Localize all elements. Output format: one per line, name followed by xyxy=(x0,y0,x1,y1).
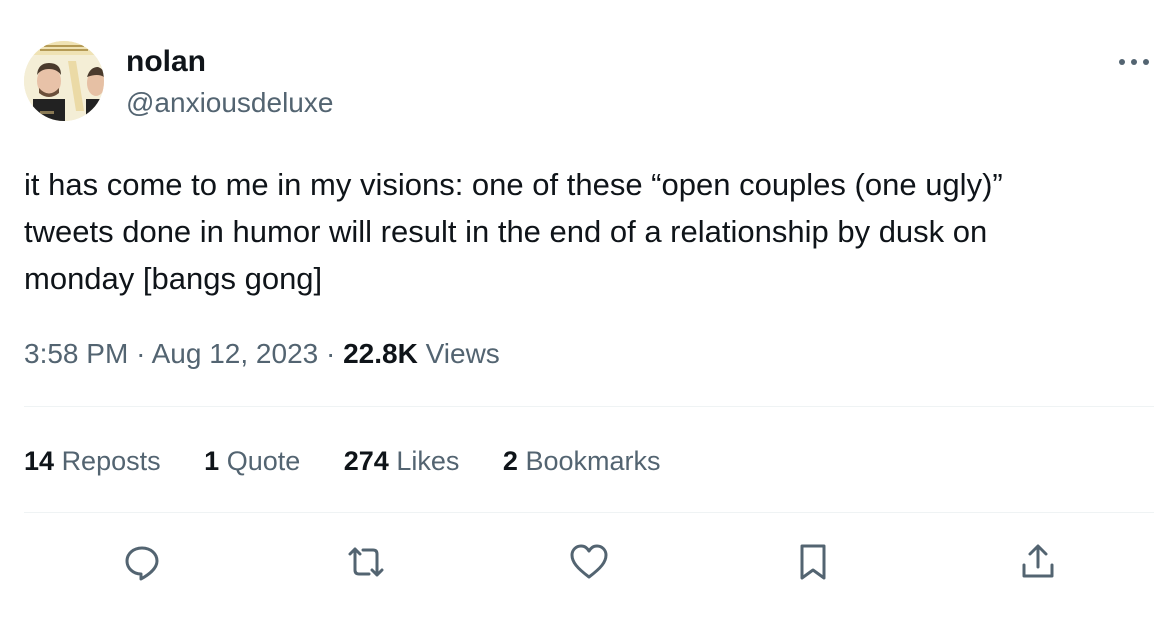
quotes-count: 1 xyxy=(204,446,220,476)
reposts-label: Reposts xyxy=(61,446,161,476)
tweet-card: nolan @anxiousdeluxe it has come to me i… xyxy=(0,0,1176,624)
bookmarks-count: 2 xyxy=(502,446,518,476)
quotes-stat[interactable]: 1 Quote xyxy=(204,443,300,479)
tweet-time[interactable]: 3:58 PM xyxy=(24,338,128,369)
reposts-stat[interactable]: 14 Reposts xyxy=(24,443,161,479)
engagement-stats: 14 Reposts 1 Quote 274 Likes 2 Bookmarks xyxy=(24,443,696,479)
repost-icon xyxy=(348,547,384,577)
bookmark-icon xyxy=(800,544,826,580)
views-label: Views xyxy=(425,338,500,369)
reposts-count: 14 xyxy=(24,446,55,476)
views-count: 22.8K xyxy=(343,338,418,369)
divider xyxy=(24,406,1154,407)
action-bar xyxy=(0,540,1176,584)
reply-icon xyxy=(125,546,159,581)
likes-label: Likes xyxy=(396,446,460,476)
like-button[interactable] xyxy=(567,540,611,584)
author-handle[interactable]: @anxiousdeluxe xyxy=(126,86,333,120)
tweet-date[interactable]: Aug 12, 2023 xyxy=(152,338,319,369)
tweet-metadata: 3:58 PM · Aug 12, 2023 · 22.8K Views xyxy=(24,336,500,372)
likes-stat[interactable]: 274 Likes xyxy=(344,443,460,479)
tweet-text: it has come to me in my visions: one of … xyxy=(24,167,1003,296)
author-display-name[interactable]: nolan xyxy=(126,44,206,80)
reply-button[interactable] xyxy=(120,540,164,584)
meta-separator: · xyxy=(326,338,336,369)
bookmarks-stat[interactable]: 2 Bookmarks xyxy=(503,443,661,479)
likes-count: 274 xyxy=(343,446,389,476)
bookmark-button[interactable] xyxy=(791,540,835,584)
bookmarks-label: Bookmarks xyxy=(525,446,661,476)
like-icon xyxy=(570,544,608,579)
divider xyxy=(24,512,1154,513)
meta-separator: · xyxy=(136,338,146,369)
share-icon xyxy=(1022,544,1054,578)
quotes-label: Quote xyxy=(226,446,301,476)
author-avatar[interactable] xyxy=(24,41,104,121)
more-options-icon[interactable] xyxy=(1114,48,1154,76)
repost-button[interactable] xyxy=(344,540,388,584)
avatar-photo-icon xyxy=(24,41,104,121)
share-button[interactable] xyxy=(1016,540,1060,584)
